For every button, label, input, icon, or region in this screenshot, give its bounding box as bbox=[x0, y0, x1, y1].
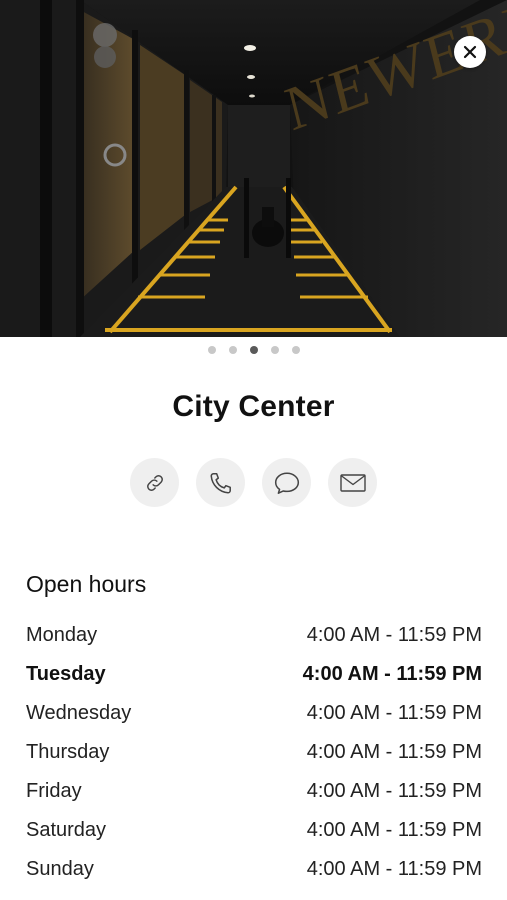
carousel-dot-5[interactable] bbox=[291, 346, 300, 354]
hero-image: NEWERK bbox=[0, 0, 507, 337]
day-label: Friday bbox=[26, 780, 82, 802]
open-hours-list: Monday 4:00 AM - 11:59 PM Tuesday 4:00 A… bbox=[26, 616, 482, 889]
link-icon bbox=[146, 474, 163, 491]
day-label: Wednesday bbox=[26, 702, 132, 724]
carousel-dot-2[interactable] bbox=[228, 346, 237, 354]
contact-actions bbox=[0, 458, 507, 507]
time-range: 4:00 AM - 11:59 PM bbox=[302, 663, 482, 685]
time-range: 4:00 AM - 11:59 PM bbox=[306, 624, 482, 646]
close-icon bbox=[463, 45, 477, 59]
hours-row-thursday: Thursday 4:00 AM - 11:59 PM bbox=[26, 733, 482, 772]
time-range: 4:00 AM - 11:59 PM bbox=[306, 819, 482, 841]
time-range: 4:00 AM - 11:59 PM bbox=[306, 741, 482, 763]
day-label: Thursday bbox=[26, 741, 110, 763]
day-label: Sunday bbox=[26, 858, 94, 880]
carousel-pagination bbox=[0, 346, 507, 354]
hours-row-wednesday: Wednesday 4:00 AM - 11:59 PM bbox=[26, 694, 482, 733]
message-button[interactable] bbox=[262, 458, 311, 507]
hours-row-sunday: Sunday 4:00 AM - 11:59 PM bbox=[26, 850, 482, 889]
mail-icon bbox=[339, 473, 366, 492]
location-title: City Center bbox=[172, 390, 335, 423]
mail-button[interactable] bbox=[328, 458, 377, 507]
message-icon bbox=[274, 472, 299, 494]
carousel-dot-3[interactable] bbox=[249, 346, 258, 354]
gym-hallway-illustration: NEWERK bbox=[0, 0, 507, 337]
day-label: Tuesday bbox=[26, 663, 106, 685]
carousel-dot-1[interactable] bbox=[207, 346, 216, 354]
link-button[interactable] bbox=[130, 458, 179, 507]
open-hours-heading: Open hours bbox=[26, 571, 147, 597]
phone-button[interactable] bbox=[196, 458, 245, 507]
day-label: Monday bbox=[26, 624, 98, 646]
hours-row-monday: Monday 4:00 AM - 11:59 PM bbox=[26, 616, 482, 655]
carousel-dot-4[interactable] bbox=[270, 346, 279, 354]
hours-row-friday: Friday 4:00 AM - 11:59 PM bbox=[26, 772, 482, 811]
time-range: 4:00 AM - 11:59 PM bbox=[306, 858, 482, 880]
close-button[interactable] bbox=[454, 36, 486, 68]
hours-row-saturday: Saturday 4:00 AM - 11:59 PM bbox=[26, 811, 482, 850]
hours-row-tuesday: Tuesday 4:00 AM - 11:59 PM bbox=[26, 655, 482, 694]
phone-icon bbox=[209, 472, 231, 494]
time-range: 4:00 AM - 11:59 PM bbox=[306, 780, 482, 802]
time-range: 4:00 AM - 11:59 PM bbox=[306, 702, 482, 724]
day-label: Saturday bbox=[26, 819, 107, 841]
